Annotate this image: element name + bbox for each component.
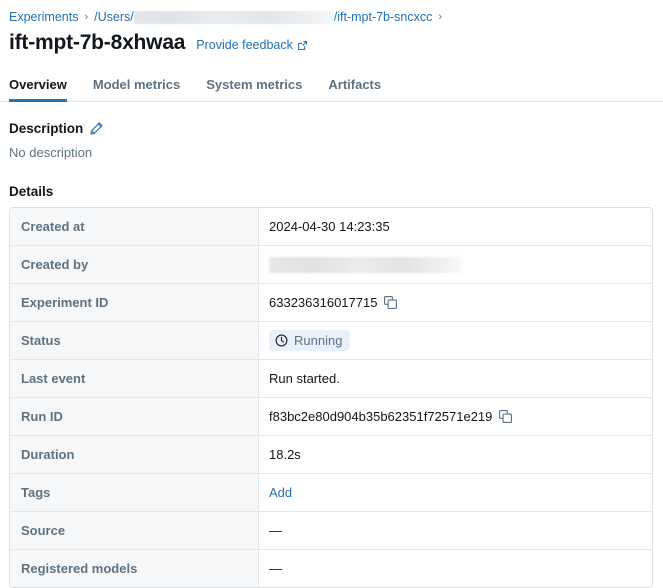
description-body: No description <box>9 145 93 160</box>
table-row: Tags Add <box>10 473 652 511</box>
add-tag-link[interactable]: Add <box>269 485 292 500</box>
row-value: Run started. <box>259 359 652 397</box>
row-label: Last event <box>10 359 259 397</box>
row-value: — <box>259 549 652 587</box>
breadcrumb-path-link[interactable]: /Users/ /ift-mpt-7b-sncxcc <box>94 9 432 25</box>
page-title: ift-mpt-7b-8xhwaa <box>9 31 186 54</box>
title-row: ift-mpt-7b-8xhwaa Provide feedback <box>0 25 663 55</box>
breadcrumb-redacted-user <box>133 10 334 24</box>
external-link-icon <box>297 40 308 51</box>
description-section: Description No description <box>0 121 663 160</box>
row-label: Status <box>10 321 259 359</box>
provide-feedback-label: Provide feedback <box>196 38 293 52</box>
breadcrumb-path-suffix: /ift-mpt-7b-sncxcc <box>333 10 433 24</box>
details-section: Details Created at 2024-04-30 14:23:35 C… <box>0 184 663 588</box>
table-row: Created by <box>10 245 652 283</box>
clock-icon <box>275 334 288 347</box>
copy-icon[interactable] <box>384 296 398 310</box>
status-badge: Running <box>269 330 351 351</box>
row-label: Created by <box>10 245 259 283</box>
row-label: Experiment ID <box>10 283 259 321</box>
tab-artifacts[interactable]: Artifacts <box>328 77 381 102</box>
pencil-icon[interactable] <box>90 122 103 135</box>
details-heading: Details <box>9 184 54 199</box>
description-header: Description <box>9 121 663 136</box>
breadcrumb-experiments-link[interactable]: Experiments <box>9 9 78 25</box>
table-row: Duration 18.2s <box>10 435 652 473</box>
provide-feedback-link[interactable]: Provide feedback <box>196 38 308 52</box>
tab-bar: Overview Model metrics System metrics Ar… <box>0 75 663 102</box>
row-value: Add <box>259 473 652 511</box>
row-label: Duration <box>10 435 259 473</box>
breadcrumb-path-prefix: /Users/ <box>94 10 134 24</box>
breadcrumb-separator-2: › <box>438 11 443 23</box>
tab-model-metrics[interactable]: Model metrics <box>93 77 180 102</box>
row-value <box>259 245 652 283</box>
table-row: Status Running <box>10 321 652 359</box>
table-row: Run ID f83bc2e80d904b35b62351f72571e219 <box>10 397 652 435</box>
table-row: Source — <box>10 511 652 549</box>
row-label: Registered models <box>10 549 259 587</box>
tab-system-metrics[interactable]: System metrics <box>206 77 302 102</box>
row-value: Running <box>259 321 652 359</box>
run-id-value: f83bc2e80d904b35b62351f72571e219 <box>269 409 493 424</box>
table-row: Last event Run started. <box>10 359 652 397</box>
tab-overview[interactable]: Overview <box>9 77 67 102</box>
copy-icon[interactable] <box>499 410 513 424</box>
row-value: 18.2s <box>259 435 652 473</box>
description-heading: Description <box>9 121 84 136</box>
row-label: Run ID <box>10 397 259 435</box>
details-table: Created at 2024-04-30 14:23:35 Created b… <box>9 207 653 588</box>
table-row: Experiment ID 633236316017715 <box>10 283 652 321</box>
table-row: Registered models — <box>10 549 652 587</box>
redacted-value <box>269 256 461 273</box>
row-value: 633236316017715 <box>259 283 652 321</box>
breadcrumb: Experiments › /Users/ /ift-mpt-7b-sncxcc… <box>0 0 663 25</box>
row-value: 2024-04-30 14:23:35 <box>259 208 652 245</box>
status-label: Running <box>294 333 343 348</box>
row-value: — <box>259 511 652 549</box>
row-label: Created at <box>10 208 259 245</box>
experiment-id-value: 633236316017715 <box>269 295 378 310</box>
table-row: Created at 2024-04-30 14:23:35 <box>10 208 652 245</box>
row-label: Tags <box>10 473 259 511</box>
row-label: Source <box>10 511 259 549</box>
row-value: f83bc2e80d904b35b62351f72571e219 <box>259 397 652 435</box>
breadcrumb-separator-1: › <box>84 11 89 23</box>
